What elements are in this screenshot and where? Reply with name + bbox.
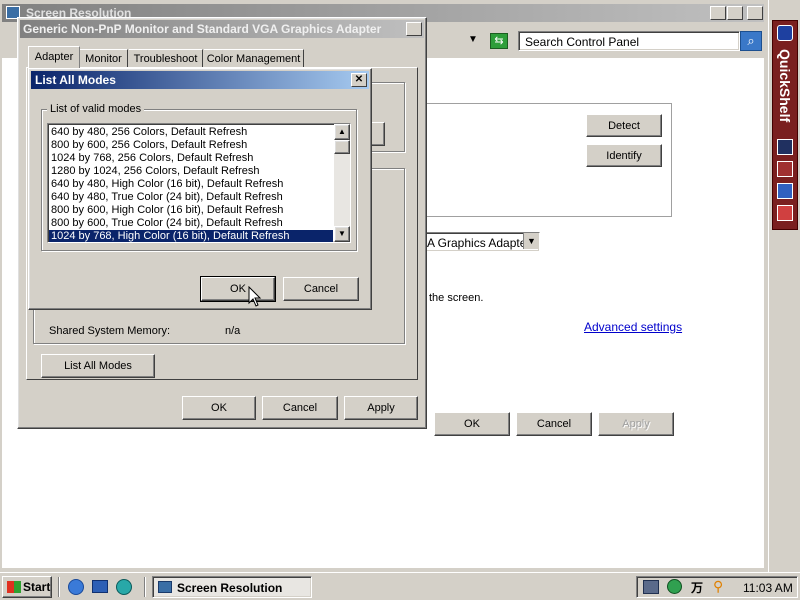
shared-memory-value: n/a <box>225 325 241 337</box>
main-apply-button[interactable]: Apply <box>598 412 674 436</box>
search-icon[interactable]: ⚲ <box>713 578 723 595</box>
detect-button[interactable]: Detect <box>586 114 662 137</box>
task-screen-resolution[interactable]: Screen Resolution <box>152 576 312 598</box>
mouse-cursor-icon <box>248 286 262 307</box>
list-all-modes-button[interactable]: List All Modes <box>41 354 155 378</box>
shelf-app-icon[interactable] <box>777 205 793 221</box>
tab-troubleshoot[interactable]: Troubleshoot <box>129 49 203 68</box>
tab-monitor[interactable]: Monitor <box>80 49 128 68</box>
quickshelf-panel: QuickShelf <box>772 20 798 230</box>
media-icon[interactable] <box>116 579 132 595</box>
props-apply-button[interactable]: Apply <box>344 396 418 420</box>
search-icon[interactable]: ⌕ <box>740 31 762 51</box>
mode-list-item[interactable]: 640 by 480, 256 Colors, Default Refresh <box>49 126 333 139</box>
modes-group-label: List of valid modes <box>47 103 145 115</box>
modes-title: List All Modes <box>35 73 116 87</box>
list-scrollbar[interactable]: ▲ ▼ <box>334 124 350 242</box>
mode-list-item[interactable]: 1024 by 768, High Color (16 bit), Defaul… <box>49 230 333 242</box>
chevron-down-icon[interactable]: ▼ <box>468 34 478 45</box>
shelf-app-icon[interactable] <box>777 183 793 199</box>
main-ok-button[interactable]: OK <box>434 412 510 436</box>
shelf-app-icon[interactable] <box>777 161 793 177</box>
windows-logo-icon <box>7 581 21 593</box>
modes-close-button[interactable]: ✕ <box>351 73 367 87</box>
tab-color-management[interactable]: Color Management <box>204 49 304 68</box>
identify-button[interactable]: Identify <box>586 144 662 167</box>
mode-list-item[interactable]: 800 by 600, 256 Colors, Default Refresh <box>49 139 333 152</box>
props-cancel-button[interactable]: Cancel <box>262 396 338 420</box>
mode-list-item[interactable]: 800 by 600, True Color (24 bit), Default… <box>49 217 333 230</box>
scroll-down-button[interactable]: ▼ <box>334 226 350 242</box>
refresh-icon[interactable]: ⇆ <box>490 33 508 49</box>
desktop-icon[interactable] <box>92 580 108 593</box>
list-modes-dialog: List All Modes ✕ List of valid modes 640… <box>28 68 372 310</box>
minimize-button[interactable]: _ <box>710 6 726 20</box>
search-placeholder: Search Control Panel <box>525 35 640 49</box>
modes-list[interactable]: 640 by 480, 256 Colors, Default Refresh 8… <box>47 123 351 243</box>
network-icon[interactable] <box>643 580 659 594</box>
maximize-button[interactable]: ▫ <box>727 6 743 20</box>
mode-list-item[interactable]: 1280 by 1024, 256 Colors, Default Refres… <box>49 165 333 178</box>
language-icon[interactable]: 万 <box>691 579 703 596</box>
quicklaunch-divider <box>144 577 146 597</box>
start-button[interactable]: Start <box>2 576 52 598</box>
chevron-down-icon[interactable]: ▼ <box>523 233 539 249</box>
scroll-thumb[interactable] <box>334 140 350 154</box>
props-close-button[interactable]: ✕ <box>406 22 422 36</box>
search-input[interactable]: Search Control Panel <box>518 31 740 51</box>
shared-memory-label: Shared System Memory: <box>49 325 171 337</box>
scroll-up-button[interactable]: ▲ <box>334 124 350 140</box>
props-title-bar[interactable]: Generic Non-PnP Monitor and Standard VGA… <box>20 20 424 38</box>
props-title: Generic Non-PnP Monitor and Standard VGA… <box>23 22 383 36</box>
mode-list-item[interactable]: 800 by 600, High Color (16 bit), Default… <box>49 204 333 217</box>
modes-title-bar[interactable]: List All Modes ✕ <box>31 71 369 89</box>
display-select[interactable]: A Graphics Adapter ▼ <box>414 232 540 252</box>
taskbar: Start Screen Resolution 万 ⚲ 11:03 AM <box>0 572 800 600</box>
modes-ok-button[interactable]: OK <box>200 276 276 302</box>
clock: 11:03 AM <box>743 581 793 595</box>
quicklaunch-divider <box>58 577 60 597</box>
mode-list-item[interactable]: 640 by 480, True Color (24 bit), Default… <box>49 191 333 204</box>
main-cancel-button[interactable]: Cancel <box>516 412 592 436</box>
advanced-settings-link[interactable]: Advanced settings <box>584 320 682 334</box>
system-tray: 万 ⚲ 11:03 AM <box>636 576 798 598</box>
mode-list-item[interactable]: 640 by 480, High Color (16 bit), Default… <box>49 178 333 191</box>
shelf-app-icon[interactable] <box>777 139 793 155</box>
globe-icon[interactable] <box>667 579 682 594</box>
ie-icon[interactable] <box>68 579 84 595</box>
quickshelf-logo-icon[interactable] <box>777 25 793 41</box>
props-ok-button[interactable]: OK <box>182 396 256 420</box>
modes-list-items: 640 by 480, 256 Colors, Default Refresh 8… <box>49 126 333 242</box>
mode-list-item[interactable]: 1024 by 768, 256 Colors, Default Refresh <box>49 152 333 165</box>
quickshelf-label: QuickShelf <box>777 49 793 123</box>
close-button[interactable]: ✕ <box>747 6 763 20</box>
window-icon <box>158 581 172 593</box>
screen-text: the screen. <box>429 292 484 304</box>
tab-adapter[interactable]: Adapter <box>28 46 80 68</box>
quickshelf-bar: QuickShelf <box>768 0 800 572</box>
modes-cancel-button[interactable]: Cancel <box>283 277 359 301</box>
